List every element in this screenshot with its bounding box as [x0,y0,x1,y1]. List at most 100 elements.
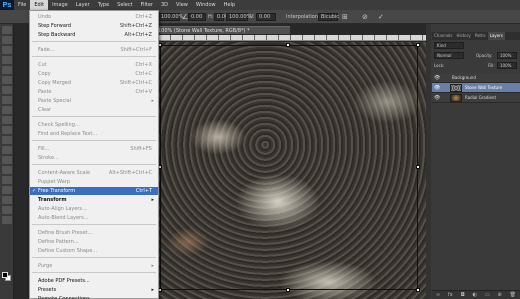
adjustment-layer-icon[interactable]: ◐ [473,292,477,298]
horizontal-ruler[interactable] [158,35,426,41]
path-select-tool-icon[interactable] [1,186,12,194]
menu-item-define-brush-preset[interactable]: Define Brush Preset... [30,229,158,237]
menu-item-auto-align-layers[interactable]: Auto-Align Layers... [30,205,158,213]
new-layer-icon[interactable]: ⊕ [498,292,502,298]
delete-layer-icon[interactable]: 🗑 [510,292,516,298]
blend-mode-select[interactable]: Normal [434,52,464,59]
layer-style-icon[interactable]: fx [448,292,453,298]
menu-item-remote-connections[interactable]: Remote Connections... [30,295,158,299]
blur-tool-icon[interactable] [1,146,12,154]
warp-mode-icon[interactable]: ⊞ [342,13,348,21]
cancel-transform-icon[interactable]: ⊘ [362,13,368,21]
menu-item-presets[interactable]: Presets ▸ [30,286,158,294]
crop-tool-icon[interactable] [1,66,12,74]
h-skew-field[interactable]: 0.00 [214,13,228,21]
zoom-tool-icon[interactable] [1,216,12,224]
transform-handle-bottom-right[interactable] [416,288,420,292]
brush-tool-icon[interactable] [1,96,12,104]
menu-item-transform[interactable]: Transform ▸ [30,196,158,204]
menu-item-paste[interactable]: Paste Ctrl+V [30,88,158,96]
menu-view[interactable]: View [172,0,192,10]
tab-layers[interactable]: Layers [487,32,505,40]
link-layers-icon[interactable]: ∞ [436,292,440,298]
height-scale-field[interactable]: 100.00% [226,13,251,21]
transform-handle-top-right[interactable] [416,43,420,47]
menu-item-define-pattern[interactable]: Define Pattern... [30,238,158,246]
menu-item-content-aware-scale[interactable]: Content-Aware Scale Alt+Shift+Ctrl+C [30,169,158,177]
opacity-field[interactable]: 100% [497,52,517,59]
tab-channels[interactable]: Channels [432,32,455,40]
transform-handle-top[interactable] [286,43,290,47]
menu-item-purge[interactable]: Purge ▸ [30,262,158,270]
menu-item-undo[interactable]: Undo Ctrl+Z [30,13,158,21]
menu-item-copy-merged[interactable]: Copy Merged Shift+Ctrl+C [30,79,158,87]
menu-item-shortcut: Ctrl+X [135,62,152,68]
width-scale-field[interactable]: 100.00% [158,13,183,21]
tab-paths[interactable]: Paths [473,32,488,40]
commit-transform-icon[interactable]: ✓ [378,13,384,21]
menu-item-check-spelling[interactable]: Check Spelling... [30,121,158,129]
free-transform-bounding-box[interactable] [158,43,420,292]
move-tool-icon[interactable] [1,26,12,34]
fill-field[interactable]: 100% [497,62,517,69]
menu-item-puppet-warp[interactable]: Puppet Warp [30,178,158,186]
menu-item-adobe-pdf-presets[interactable]: Adobe PDF Presets... [30,277,158,285]
marquee-tool-icon[interactable] [1,36,12,44]
pen-tool-icon[interactable] [1,166,12,174]
menu-type[interactable]: Type [94,0,113,10]
menu-item-find-and-replace-text[interactable]: Find and Replace Text... [30,130,158,138]
menu-window[interactable]: Window [192,0,220,10]
interpolation-select[interactable]: Bicubic [318,13,339,21]
history-brush-tool-icon[interactable] [1,116,12,124]
menu-edit[interactable]: Edit [30,0,49,10]
menu-item-clear[interactable]: Clear [30,106,158,114]
menu-3d[interactable]: 3D [157,0,172,10]
collapsed-panel-icons[interactable] [426,24,431,299]
menu-image[interactable]: Image [48,0,72,10]
menu-item-define-custom-shape[interactable]: Define Custom Shape... [30,247,158,255]
hand-tool-icon[interactable] [1,206,12,214]
clone-stamp-tool-icon[interactable] [1,106,12,114]
menu-file[interactable]: File [14,0,30,10]
tab-history[interactable]: History [455,32,473,40]
transform-handle-bottom[interactable] [286,288,290,292]
gradient-tool-icon[interactable] [1,136,12,144]
v-skew-field[interactable]: 0.00 [256,13,276,21]
layer-group-row[interactable]: 👁 Background [432,73,520,83]
document-tab[interactable]: 100% (Stone Wall Texture, RGB/8*) * [140,26,290,34]
visibility-eye-icon[interactable]: 👁 [434,83,440,93]
type-tool-icon[interactable] [1,176,12,184]
layer-kind-filter[interactable]: Kind [434,42,464,49]
menu-item-fade[interactable]: Fade... Shift+Ctrl+F [30,46,158,54]
menu-item-fill[interactable]: Fill... Shift+F5 [30,145,158,153]
transform-handle-right[interactable] [416,165,420,169]
layer-row[interactable]: 👁 Radial Gradient [432,93,520,103]
quick-select-tool-icon[interactable] [1,56,12,64]
new-group-icon[interactable]: ▭ [485,292,490,298]
menu-item-shortcut: Alt+Ctrl+Z [124,32,152,38]
lasso-tool-icon[interactable] [1,46,12,54]
eyedropper-tool-icon[interactable] [1,76,12,84]
healing-brush-tool-icon[interactable] [1,86,12,94]
menu-item-free-transform[interactable]: Free Transform ✓ Ctrl+T [30,187,158,195]
menu-item-paste-special[interactable]: Paste Special ▸ [30,97,158,105]
menu-item-step-backward[interactable]: Step Backward Alt+Ctrl+Z [30,31,158,39]
add-mask-icon[interactable]: ◘ [461,292,465,298]
menu-filter[interactable]: Filter [137,0,157,10]
visibility-eye-icon[interactable]: 👁 [434,93,440,103]
dodge-tool-icon[interactable] [1,156,12,164]
menu-item-cut[interactable]: Cut Ctrl+X [30,61,158,69]
visibility-eye-icon[interactable]: 👁 [434,73,440,83]
shape-tool-icon[interactable] [1,196,12,204]
menu-item-auto-blend-layers[interactable]: Auto-Blend Layers... [30,214,158,222]
menu-item-step-forward[interactable]: Step Forward Shift+Ctrl+Z [30,22,158,30]
menu-item-copy[interactable]: Copy Ctrl+C [30,70,158,78]
eraser-tool-icon[interactable] [1,126,12,134]
layer-row-selected[interactable]: 👁 Stone Wall Texture [432,83,520,93]
menu-item-stroke[interactable]: Stroke... [30,154,158,162]
rotation-field[interactable]: 0.00 [188,13,206,21]
menu-layer[interactable]: Layer [72,0,94,10]
menu-select[interactable]: Select [113,0,136,10]
foreground-color-swatch[interactable] [2,272,8,278]
menu-help[interactable]: Help [220,0,239,10]
